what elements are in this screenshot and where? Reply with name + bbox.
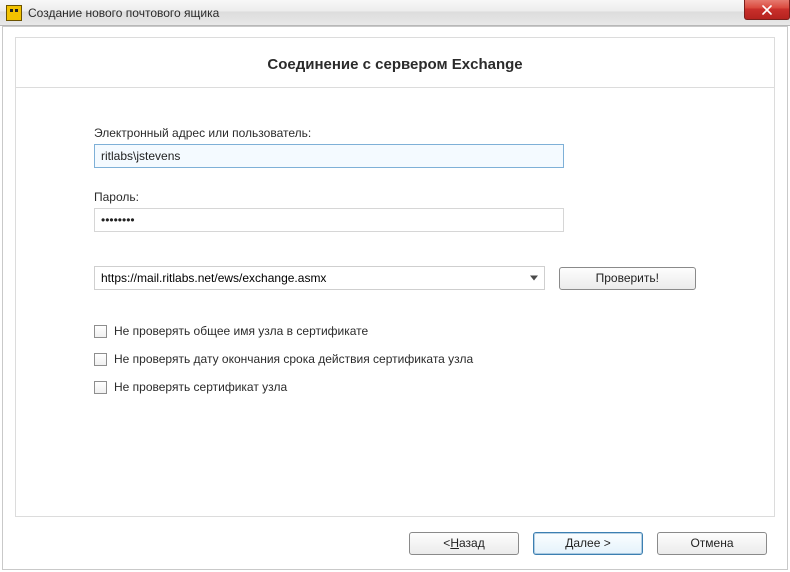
close-button[interactable] <box>744 0 790 20</box>
next-button-suffix: алее > <box>573 536 610 550</box>
next-button[interactable]: Далее > <box>533 532 643 555</box>
email-input[interactable] <box>94 144 564 168</box>
check-expiry-row[interactable]: Не проверять дату окончания срока действ… <box>94 352 696 366</box>
url-row: https://mail.ritlabs.net/ews/exchange.as… <box>94 266 696 290</box>
back-button-suffix: азад <box>459 536 485 550</box>
checkbox-icon <box>94 381 107 394</box>
wizard-panel: Соединение с сервером Exchange Электронн… <box>15 37 775 517</box>
app-icon <box>6 5 22 21</box>
check-expiry-label: Не проверять дату окончания срока действ… <box>114 352 473 366</box>
window-title: Создание нового почтового ящика <box>28 6 219 20</box>
email-label: Электронный адрес или пользователь: <box>94 126 696 140</box>
close-icon <box>762 5 772 15</box>
form-area: Электронный адрес или пользователь: Паро… <box>16 88 774 394</box>
verify-button-label: Проверить! <box>596 271 659 285</box>
wizard-footer: < Назад Далее > Отмена <box>3 517 787 569</box>
next-button-accel: Д <box>565 536 573 550</box>
ews-url-combo[interactable]: https://mail.ritlabs.net/ews/exchange.as… <box>94 266 545 290</box>
password-input[interactable] <box>94 208 564 232</box>
client-area: Соединение с сервером Exchange Электронн… <box>2 26 788 570</box>
cancel-button-label: Отмена <box>690 536 733 550</box>
email-row: Электронный адрес или пользователь: <box>94 126 696 168</box>
check-cert-label: Не проверять сертификат узла <box>114 380 287 394</box>
chevron-down-icon <box>530 276 538 281</box>
cancel-button[interactable]: Отмена <box>657 532 767 555</box>
back-button[interactable]: < Назад <box>409 532 519 555</box>
back-button-accel: Н <box>450 536 459 550</box>
check-cn-row[interactable]: Не проверять общее имя узла в сертификат… <box>94 324 696 338</box>
panel-heading: Соединение с сервером Exchange <box>16 38 774 88</box>
title-bar: Создание нового почтового ящика <box>0 0 790 26</box>
ews-url-value: https://mail.ritlabs.net/ews/exchange.as… <box>101 271 326 285</box>
check-cert-row[interactable]: Не проверять сертификат узла <box>94 380 696 394</box>
checkbox-icon <box>94 353 107 366</box>
check-cn-label: Не проверять общее имя узла в сертификат… <box>114 324 368 338</box>
password-row: Пароль: <box>94 190 696 232</box>
password-label: Пароль: <box>94 190 696 204</box>
back-button-prefix: < <box>443 536 450 550</box>
checkbox-icon <box>94 325 107 338</box>
verify-button[interactable]: Проверить! <box>559 267 696 290</box>
